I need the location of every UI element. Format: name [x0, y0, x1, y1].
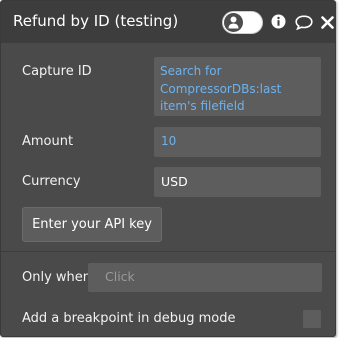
amount-value: 10 [161, 134, 177, 148]
capture-id-dynamic-expression[interactable]: Search for CompressorDBs:last item's fil… [160, 63, 317, 116]
panel-header: Refund by ID (testing) [1, 1, 335, 43]
breakpoint-label: Add a breakpoint in debug mode [22, 311, 236, 326]
capture-id-label: Capture ID [22, 64, 92, 79]
currency-field[interactable]: USD [154, 167, 321, 197]
only-when-field[interactable]: Click [88, 263, 322, 292]
only-when-placeholder: Click [105, 269, 135, 284]
person-icon [224, 13, 243, 32]
capture-id-field[interactable]: Search for CompressorDBs:last item's fil… [154, 57, 321, 116]
only-when-label: Only when [22, 270, 92, 285]
action-properties-panel: Refund by ID (testing) Capture ID Search… [0, 0, 336, 337]
section-divider [1, 251, 335, 252]
person-toggle[interactable] [222, 11, 263, 34]
enter-api-key-button[interactable]: Enter your API key [22, 207, 162, 242]
amount-field[interactable]: 10 [154, 127, 321, 157]
comment-icon[interactable] [295, 15, 313, 34]
close-icon[interactable] [321, 14, 334, 33]
info-icon[interactable] [271, 14, 286, 33]
breakpoint-checkbox[interactable] [303, 310, 321, 328]
amount-label: Amount [22, 134, 74, 149]
panel-title: Refund by ID (testing) [13, 12, 179, 30]
currency-label: Currency [22, 174, 81, 189]
currency-value: USD [161, 174, 188, 189]
